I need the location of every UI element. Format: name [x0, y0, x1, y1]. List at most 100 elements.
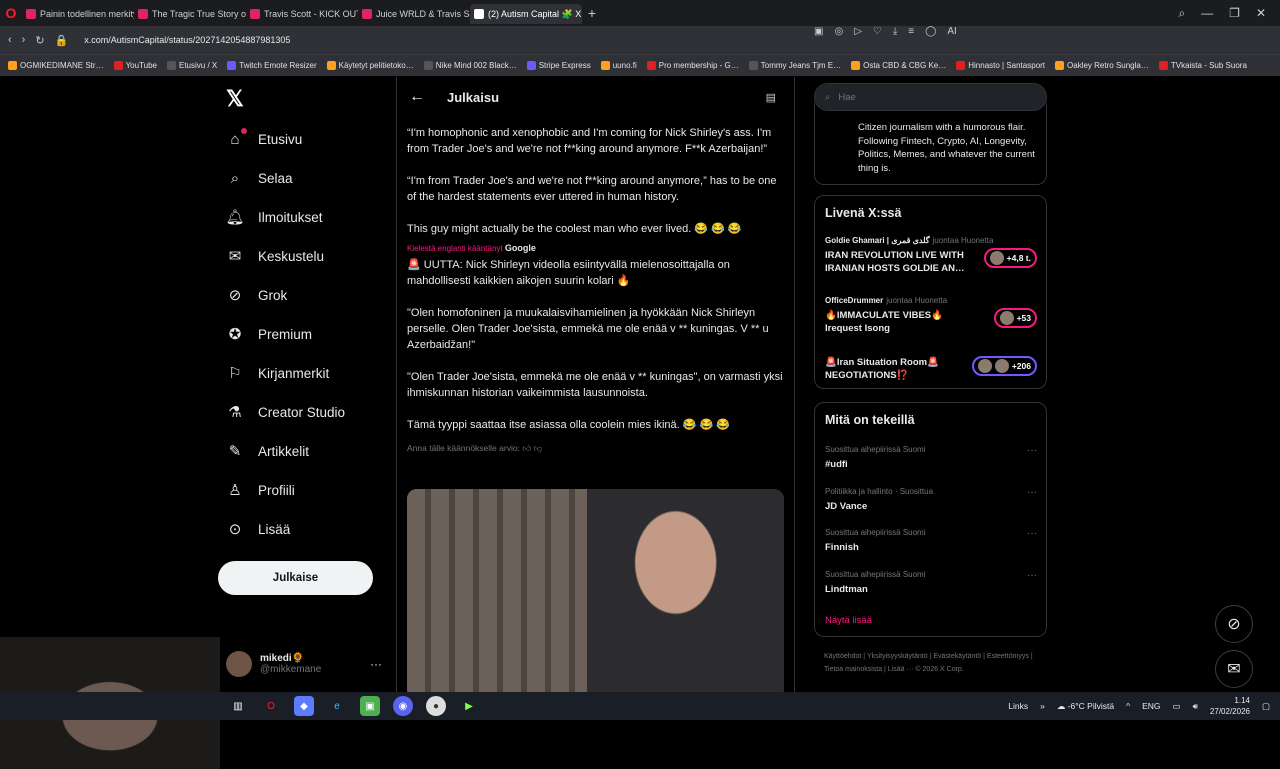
close-window-icon[interactable]: ✕ — [1256, 6, 1266, 20]
notification-icon[interactable]: ▢ — [1262, 701, 1270, 712]
chevron-icon[interactable]: » — [1040, 701, 1045, 711]
bookmark-label: Hinnasto | Santasport — [968, 61, 1046, 70]
nav-home[interactable]: ⌂ Etusivu — [226, 128, 302, 148]
count-label: +4,8 t. — [1006, 253, 1031, 263]
bookmark-icon — [600, 61, 610, 70]
x-logo-icon[interactable]: 𝕏 — [226, 86, 244, 112]
live-space[interactable]: Goldie Ghamari | گلدی قمری juontaa Huonet… — [825, 236, 1037, 275]
weather-widget[interactable]: ☁ -6°C Pilvistä — [1057, 701, 1114, 712]
steam-icon[interactable]: ● — [426, 696, 446, 716]
search-tabs-icon[interactable]: ⌕ — [1178, 6, 1185, 21]
maximize-icon[interactable]: ❐ — [1229, 6, 1240, 20]
thumbs-up-icon[interactable]: 👍︎ — [522, 443, 531, 453]
reload-icon[interactable]: ↻ — [35, 34, 44, 47]
nav-grok[interactable]: ⊘ Grok — [226, 286, 288, 304]
bookmark-item[interactable]: Oakley Retro Sungla… — [1055, 61, 1149, 70]
nav-articles[interactable]: ✎ Artikkelit — [226, 442, 309, 460]
nav-more[interactable]: ⊙ Lisää — [226, 520, 291, 538]
browser-tab[interactable]: Painin todellinen merkity… — [22, 4, 134, 24]
volume-icon[interactable]: 🔊︎ — [1193, 701, 1198, 712]
trend-item[interactable]: Suosittua aihepiirissä Suomi Finnish ··· — [825, 528, 1037, 553]
back-arrow-icon[interactable]: ← — [409, 88, 425, 106]
browser-tab[interactable]: Travis Scott - KICK OUT -… — [246, 4, 358, 24]
bookmark-item[interactable]: OGMIKEDIMANE Str… — [8, 61, 104, 70]
clock[interactable]: 1.14 27/02/2026 — [1210, 695, 1250, 717]
bookmark-item[interactable]: Hinnasto | Santasport — [956, 61, 1045, 70]
nav-explore[interactable]: ⌕ Selaa — [226, 169, 293, 187]
x-page: 𝕏 ⌂ Etusivu ⌕ Selaa 🔔︎ Ilmoitukset ✉ Keskust… — [0, 77, 1280, 769]
browser-tab[interactable]: Juice WRLD & Travis Scott… — [358, 4, 470, 24]
edge-icon[interactable]: e — [327, 696, 347, 716]
links-toolbar[interactable]: Links — [1008, 701, 1028, 711]
back-icon[interactable]: ‹ — [8, 34, 12, 46]
more-icon[interactable]: ··· — [1027, 445, 1037, 456]
nav-notifications[interactable]: 🔔︎ Ilmoitukset — [225, 208, 323, 226]
discord-icon[interactable]: ◉ — [393, 696, 413, 716]
trend-item[interactable]: Politiikka ja hallinto · Suosittua JD Van… — [825, 487, 1037, 512]
opera-menu-icon[interactable]: O — [0, 0, 22, 26]
search-input[interactable]: ⌕ Hae — [814, 83, 1047, 111]
more-icon[interactable]: ··· — [1027, 570, 1037, 581]
translation-note: Kielestä englanti kääntänyt Google — [407, 243, 784, 253]
trend-context: Suosittua aihepiirissä Suomi — [825, 570, 926, 579]
reader-icon[interactable]: ▤ — [766, 91, 776, 104]
bookmark-item[interactable]: Pro membership - G… — [646, 61, 739, 70]
bookmarks-bar: OGMIKEDIMANE Str… YouTube Etusivu / X Tw… — [0, 54, 1280, 76]
bookmark-item[interactable]: uuno.fi — [600, 61, 637, 70]
live-space[interactable]: 🚨Iran Situation Room🚨 NEGOTIATIONS⁉️ +20… — [825, 356, 1037, 382]
grok-fab[interactable]: ⊘ — [1215, 605, 1253, 643]
url-field[interactable]: x.com/AutismCapital/status/2027142054887… — [84, 35, 290, 45]
tray-overflow-icon[interactable]: ^ — [1126, 701, 1130, 711]
nav-creator-studio[interactable]: ⚗ Creator Studio — [226, 403, 345, 421]
grok-icon: ⊘ — [1227, 616, 1241, 633]
bookmark-item[interactable]: Käytetyt pelitietoko… — [326, 61, 414, 70]
more-icon[interactable]: ··· — [1027, 487, 1037, 498]
bookmark-item[interactable]: Etusivu / X — [167, 61, 217, 70]
bookmark-item[interactable]: TVkaista - Sub Suora — [1158, 61, 1247, 70]
bookmark-icon — [1055, 61, 1065, 70]
bookmark-item[interactable]: YouTube — [113, 61, 157, 70]
live-space[interactable]: OfficeDrummer juontaa Huonetta 🔥IMMACULAT… — [825, 296, 1037, 335]
listener-count: +206 — [971, 356, 1037, 376]
bookmark-item[interactable]: Osta CBD & CBG Ke… — [851, 61, 946, 70]
nav-messages[interactable]: ✉ Keskustelu — [226, 247, 324, 265]
nav-profile[interactable]: ♙ Profiili — [226, 481, 295, 499]
thumbs-down-icon[interactable]: 👎︎ — [534, 443, 543, 453]
avatar — [989, 251, 1004, 265]
stripe-icon — [526, 61, 536, 70]
account-switcher[interactable]: mikedi🌻 @mikkemane ··· — [226, 651, 382, 677]
forward-icon[interactable]: › — [22, 34, 26, 46]
more-icon[interactable]: ··· — [1027, 528, 1037, 539]
trend-item[interactable]: Suosittua aihepiirissä Suomi #udfi ··· — [825, 445, 1037, 470]
opera-icon[interactable]: O — [261, 696, 281, 716]
pin-icon — [646, 61, 656, 70]
minimize-icon[interactable]: — — [1201, 6, 1213, 20]
nav-label: Ilmoitukset — [258, 209, 323, 225]
browser-tab-active[interactable]: (2) Autism Capital 🧩 X…✕ — [470, 4, 582, 24]
more-icon[interactable]: ··· — [370, 657, 382, 671]
bookmark-label: Käytetyt pelitietoko… — [338, 61, 414, 70]
task-view-icon[interactable]: ▥ — [228, 696, 248, 716]
trend-item[interactable]: Suosittua aihepiirissä Suomi Lindtman ··· — [825, 570, 1037, 595]
post-button[interactable]: Julkaise — [218, 561, 373, 595]
bookmark-label: uuno.fi — [612, 61, 637, 70]
nav-label: Artikkelit — [258, 443, 310, 459]
app-icon[interactable]: ◆ — [294, 696, 314, 716]
bookmark-item[interactable]: Twitch Emote Resizer — [227, 61, 317, 70]
post-video[interactable] — [407, 489, 784, 692]
nav-bookmarks[interactable]: ⚐ Kirjanmerkit — [226, 364, 329, 382]
bookmark-item[interactable]: Nike Mind 002 Black… — [423, 61, 517, 70]
network-icon[interactable]: ▭ — [1173, 701, 1181, 712]
browser-tab[interactable]: The Tragic True Story of Ju… — [134, 4, 246, 24]
app-icon[interactable]: ▶ — [459, 696, 479, 716]
address-bar: ‹ › ↻ 🔒 x.com/AutismCapital/status/20271… — [0, 26, 1280, 54]
bookmark-item[interactable]: Tommy Jeans Tjm E… — [748, 61, 841, 70]
language-indicator[interactable]: ENG — [1142, 701, 1160, 711]
app-icon[interactable]: ▣ — [360, 696, 380, 716]
nav-premium[interactable]: ✪ Premium — [226, 325, 312, 343]
messages-fab[interactable]: ✉ — [1215, 650, 1253, 688]
show-more-link[interactable]: Näytä lisää — [825, 615, 872, 626]
bookmark-item[interactable]: Stripe Express — [526, 61, 591, 70]
footer-links[interactable]: Käyttöehdot | Yksityisyyskäytäntö | Eväs… — [824, 650, 1039, 676]
new-tab-button[interactable]: + — [582, 5, 602, 21]
